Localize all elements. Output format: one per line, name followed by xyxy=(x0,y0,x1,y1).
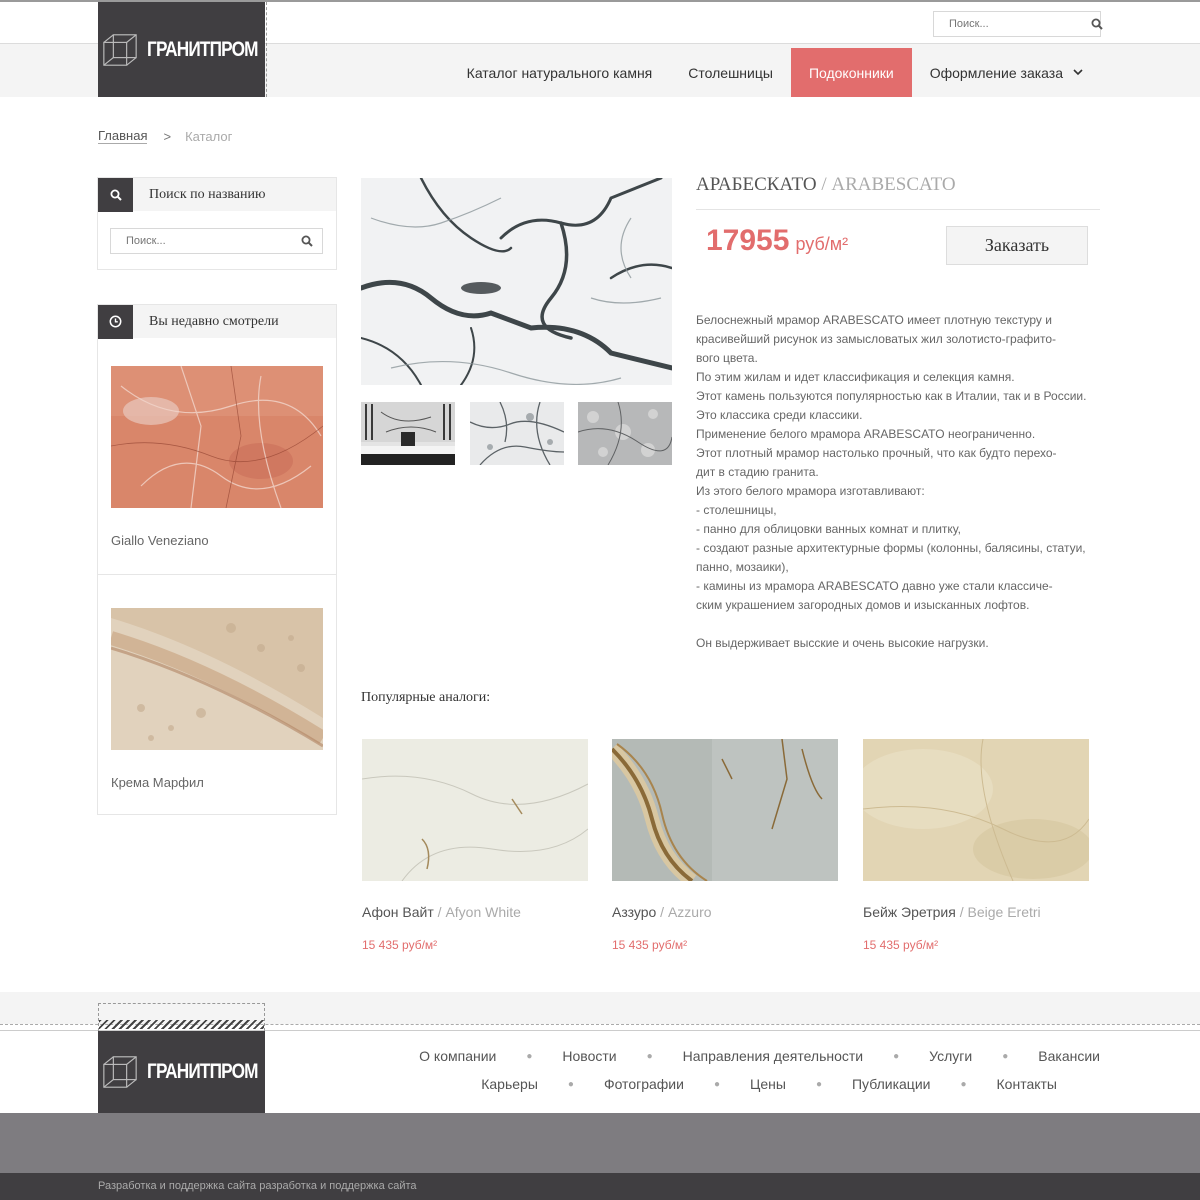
title-divider xyxy=(696,209,1100,210)
analog-name[interactable]: Аззуро / Azzuro xyxy=(612,904,838,920)
search-widget-header: Поиск по названию xyxy=(98,177,336,212)
product-thumbnail[interactable] xyxy=(470,402,564,465)
footer-logo[interactable]: ГРАНИТПРОМ xyxy=(98,1031,265,1113)
product-price: 17955 руб/м² xyxy=(706,224,848,258)
analog-name-ru: Афон Вайт xyxy=(362,904,434,920)
recent-widget-header: Вы недавно смотрели xyxy=(98,304,336,339)
recent-item-name[interactable]: Giallo Veneziano xyxy=(111,533,323,548)
breadcrumb-separator: > xyxy=(163,128,172,144)
description-paragraph: Он выдерживает высские и очень высокие н… xyxy=(696,636,989,650)
sidebar-search xyxy=(110,228,323,254)
analog-price: 15 435 руб/м² xyxy=(362,938,438,952)
recent-item[interactable]: Крема Марфил xyxy=(98,574,336,814)
footer-link-contacts[interactable]: Контакты xyxy=(997,1076,1057,1092)
recent-widget-title: Вы недавно смотрели xyxy=(149,313,279,329)
analog-name-lat: Azzuro xyxy=(667,904,712,920)
menu-item-windowsills[interactable]: Подоконники xyxy=(790,48,912,97)
recent-item-name[interactable]: Крема Марфил xyxy=(111,775,323,790)
footer-link-vacancies[interactable]: Вакансии xyxy=(1038,1048,1100,1064)
footer-links-row-1: О компании ● Новости ● Направления деятель… xyxy=(419,1048,1100,1064)
logo-dashed-guide xyxy=(266,2,267,97)
product-title-separator: / xyxy=(816,174,832,195)
header-search xyxy=(933,11,1103,37)
analog-image[interactable] xyxy=(606,738,838,887)
footer-link-news[interactable]: Новости xyxy=(562,1048,616,1064)
analog-card[interactable]: Бейж Эретрия / Beige Eretri 15 435 руб/м… xyxy=(853,738,1093,952)
search-icon xyxy=(110,189,122,201)
breadcrumb-current: Каталог xyxy=(185,128,233,144)
analog-price: 15 435 руб/м² xyxy=(863,938,939,952)
analog-card[interactable]: Аззуро / Azzuro 15 435 руб/м² xyxy=(606,738,838,952)
footer-link-services[interactable]: Услуги xyxy=(929,1048,972,1064)
sidebar-search-button[interactable] xyxy=(292,229,322,253)
analogs-title: Популярные аналоги: xyxy=(361,690,491,705)
analog-name-lat: Beige Eretri xyxy=(967,904,1041,920)
menu-item-label: Подоконники xyxy=(808,64,894,81)
analog-image[interactable] xyxy=(853,738,1093,882)
site-logo[interactable]: ГРАНИТПРОМ xyxy=(98,2,265,97)
search-widget-icon-box xyxy=(98,177,133,212)
footer-link-careers[interactable]: Карьеры xyxy=(481,1076,538,1092)
recent-item-image[interactable] xyxy=(108,608,327,750)
footer-links-row-2: Карьеры ● Фотографии ● Цены ● Публикации ● К… xyxy=(481,1076,1057,1092)
breadcrumb: Главная > Каталог xyxy=(98,128,232,144)
recent-item-image[interactable] xyxy=(110,365,324,509)
product-thumbnail[interactable] xyxy=(361,402,455,465)
search-widget: Поиск по названию xyxy=(97,177,337,270)
chevron-down-icon xyxy=(1073,69,1083,76)
analog-name[interactable]: Бейж Эретрия / Beige Eretri xyxy=(863,904,1089,920)
product-price-value: 17955 xyxy=(706,224,790,257)
product-description: Белоснежный мрамор ARABESCATO имеет плот… xyxy=(696,311,1100,653)
product-title: АРАБЕСКАТО / ARABESCATO xyxy=(696,174,956,196)
logo-text: ГРАНИТПРОМ xyxy=(147,37,259,61)
description-paragraph: Белоснежный мрамор ARABESCATO имеет плот… xyxy=(696,313,1087,612)
cube-logo-icon xyxy=(103,1056,137,1088)
footer-link-directions[interactable]: Направления деятельности xyxy=(683,1048,863,1064)
menu-item-order[interactable]: Оформление заказа xyxy=(912,48,1101,97)
main-menu: Каталог натурального камня Столешницы По… xyxy=(449,48,1101,97)
analog-name-ru: Бейж Эретрия xyxy=(863,904,956,920)
product-price-unit: руб/м² xyxy=(795,234,849,254)
footer-link-prices[interactable]: Цены xyxy=(750,1076,786,1092)
product-title-ru: АРАБЕСКАТО xyxy=(696,174,817,195)
logo-text: ГРАНИТПРОМ xyxy=(147,1060,259,1083)
footer-link-publications[interactable]: Публикации xyxy=(852,1076,930,1092)
footer-grey-band xyxy=(0,1113,1200,1173)
menu-item-catalog[interactable]: Каталог натурального камня xyxy=(449,48,671,97)
search-icon xyxy=(1091,18,1103,30)
analog-name-lat: Afyon White xyxy=(445,904,521,920)
footer-link-photos[interactable]: Фотографии xyxy=(604,1076,684,1092)
footer-hatch-decoration xyxy=(98,1003,265,1031)
recent-item[interactable]: Giallo Veneziano xyxy=(98,338,336,574)
clock-icon xyxy=(109,315,122,328)
menu-item-label: Каталог натурального камня xyxy=(466,64,653,81)
menu-item-countertops[interactable]: Столешницы xyxy=(670,48,791,97)
breadcrumb-home-link[interactable]: Главная xyxy=(98,128,148,144)
analog-price: 15 435 руб/м² xyxy=(612,938,688,952)
menu-item-label: Оформление заказа xyxy=(929,64,1063,81)
cube-logo-icon xyxy=(103,33,137,66)
product-main-image[interactable] xyxy=(361,178,672,385)
analog-image[interactable] xyxy=(361,739,589,882)
footer-link-about[interactable]: О компании xyxy=(419,1048,496,1064)
menu-item-label: Столешницы xyxy=(688,64,773,81)
recent-widget: Вы недавно смотрели Giallo Veneziano Кре… xyxy=(97,304,337,815)
header-search-button[interactable] xyxy=(1091,12,1103,36)
footer-credit[interactable]: Разработка и поддержка сайта разработка … xyxy=(98,1180,417,1192)
product-title-lat: ARABESCATO xyxy=(831,174,956,195)
analog-name-ru: Аззуро xyxy=(612,904,657,920)
product-thumbnail[interactable] xyxy=(578,402,672,465)
analog-card[interactable]: Афон Вайт / Afyon White 15 435 руб/м² xyxy=(361,739,589,952)
analog-name[interactable]: Афон Вайт / Afyon White xyxy=(362,904,588,920)
order-button[interactable]: Заказать xyxy=(946,226,1088,265)
search-widget-title: Поиск по названию xyxy=(149,186,266,202)
header-search-input[interactable] xyxy=(934,12,1091,36)
sidebar-search-input[interactable] xyxy=(111,229,292,253)
search-icon xyxy=(301,235,313,247)
recent-widget-icon-box xyxy=(98,304,133,339)
